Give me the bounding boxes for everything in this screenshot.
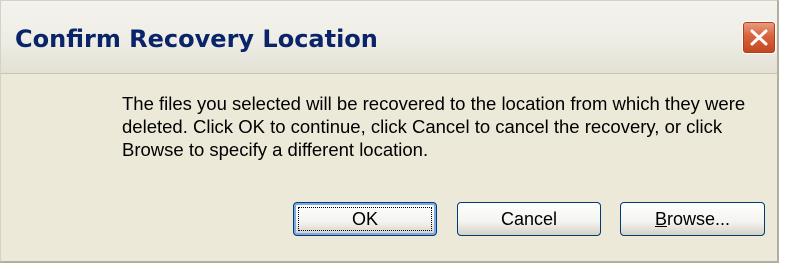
browse-button-label: Browse... (655, 209, 730, 229)
browse-button[interactable]: Browse... (620, 202, 765, 236)
title-bar[interactable]: Confirm Recovery Location (1, 1, 777, 74)
ok-button[interactable]: OK (293, 202, 437, 236)
cancel-button-label: Cancel (500, 209, 558, 229)
close-x-icon (750, 29, 768, 46)
ok-button-label: OK (351, 209, 378, 229)
confirmation-message: The files you selected will be recovered… (122, 93, 746, 160)
browse-mnemonic: B (654, 209, 667, 229)
dialog-title: Confirm Recovery Location (15, 25, 378, 53)
close-button[interactable] (742, 21, 776, 54)
cancel-button[interactable]: Cancel (457, 202, 601, 236)
browse-label-rest: rowse... (666, 209, 731, 229)
